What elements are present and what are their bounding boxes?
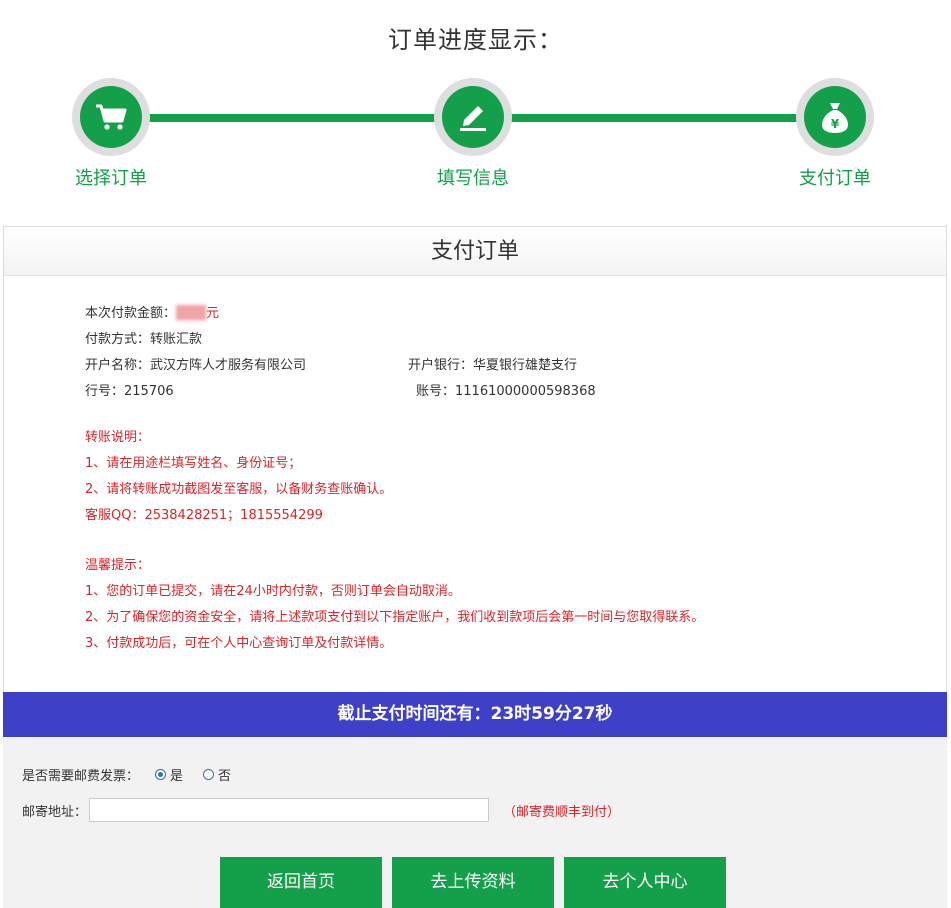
countdown-banner: 截止支付时间还有：23时59分27秒 <box>3 692 947 737</box>
edit-icon <box>460 106 486 131</box>
user-center-button[interactable]: 去个人中心 <box>564 857 726 908</box>
upload-materials-button[interactable]: 去上传资料 <box>392 857 554 908</box>
radio-checked-icon[interactable] <box>155 769 167 780</box>
transfer-title: 转账说明： <box>85 430 151 445</box>
page-title: 订单进度显示： <box>388 26 563 54</box>
amount-value: ███ <box>176 306 207 321</box>
account-name: 开户名称：武汉方阵人才服务有限公司 <box>85 358 307 373</box>
panel-title: 支付订单 <box>4 227 946 276</box>
address-input[interactable] <box>89 798 490 822</box>
svg-text:¥: ¥ <box>831 117 840 131</box>
tip: 2、为了确保您的资金安全，请将上述款项支付到以下指定账户，我们收到款项后会第一时… <box>85 610 705 625</box>
step-pay-order: ¥ 支付订单 <box>765 78 905 190</box>
invoice-label: 是否需要邮费发票： <box>22 769 140 784</box>
back-home-button[interactable]: 返回首页 <box>220 857 382 908</box>
radio-no[interactable]: 否 <box>203 765 231 784</box>
address-row: 邮寄地址： （邮寄费顺丰到付） <box>22 798 620 822</box>
step-select-order: 选择订单 <box>41 78 181 190</box>
address-label: 邮寄地址： <box>22 804 88 820</box>
bank-code: 行号：215706 <box>85 384 174 399</box>
invoice-row: 是否需要邮费发票： 是 否 <box>22 765 231 784</box>
step-label: 选择订单 <box>75 168 147 189</box>
transfer-note: 2、请将转账成功截图发至客服，以备财务查账确认。 <box>85 482 393 497</box>
payment-method: 付款方式：转账汇款 <box>85 332 203 347</box>
step-fill-info: 填写信息 <box>403 78 543 190</box>
radio-yes-label[interactable]: 是 <box>170 765 183 784</box>
transfer-note: 1、请在用途栏填写姓名、身份证号； <box>85 456 302 471</box>
notes: 转账说明： 1、请在用途栏填写姓名、身份证号； 2、请将转账成功截图发至客服，以… <box>85 425 704 657</box>
bank-name: 开户银行：华夏银行雄楚支行 <box>408 358 578 373</box>
code-row: 行号：215706 账号：11161000000598368 <box>85 379 596 405</box>
account-number: 账号：11161000000598368 <box>416 384 596 399</box>
tips-title: 温馨提示： <box>85 558 151 573</box>
amount-row: 本次付款金额：███元 <box>85 301 306 327</box>
cart-icon <box>96 104 127 130</box>
tip: 3、付款成功后，可在个人中心查询订单及付款详情。 <box>85 636 393 651</box>
radio-unchecked-icon[interactable] <box>203 769 215 780</box>
step-label: 支付订单 <box>799 168 871 189</box>
step-label: 填写信息 <box>437 168 509 189</box>
step-circle: ¥ <box>796 78 874 156</box>
tip: 1、您的订单已提交，请在24小时内付款，否则订单会自动取消。 <box>85 584 461 599</box>
amount-unit: 元 <box>206 306 220 321</box>
radio-yes[interactable]: 是 <box>155 765 183 784</box>
amount-label: 本次付款金额： <box>85 306 177 321</box>
address-note: （邮寄费顺丰到付） <box>503 804 621 820</box>
invoice-form: 是否需要邮费发票： 是 否 邮寄地址： （邮寄费顺丰到付） 返回首页 去上传资料… <box>3 737 947 908</box>
radio-no-label[interactable]: 否 <box>218 765 231 784</box>
step-circle <box>434 78 512 156</box>
payment-info: 本次付款金额：███元 付款方式：转账汇款 开户名称：武汉方阵人才服务有限公司 … <box>85 301 596 405</box>
step-circle <box>72 78 150 156</box>
account-row: 开户名称：武汉方阵人才服务有限公司 开户银行：华夏银行雄楚支行 <box>85 353 577 379</box>
service-qq: 客服QQ：2538428251；1815554299 <box>85 508 323 523</box>
money-bag-icon: ¥ <box>822 103 848 133</box>
